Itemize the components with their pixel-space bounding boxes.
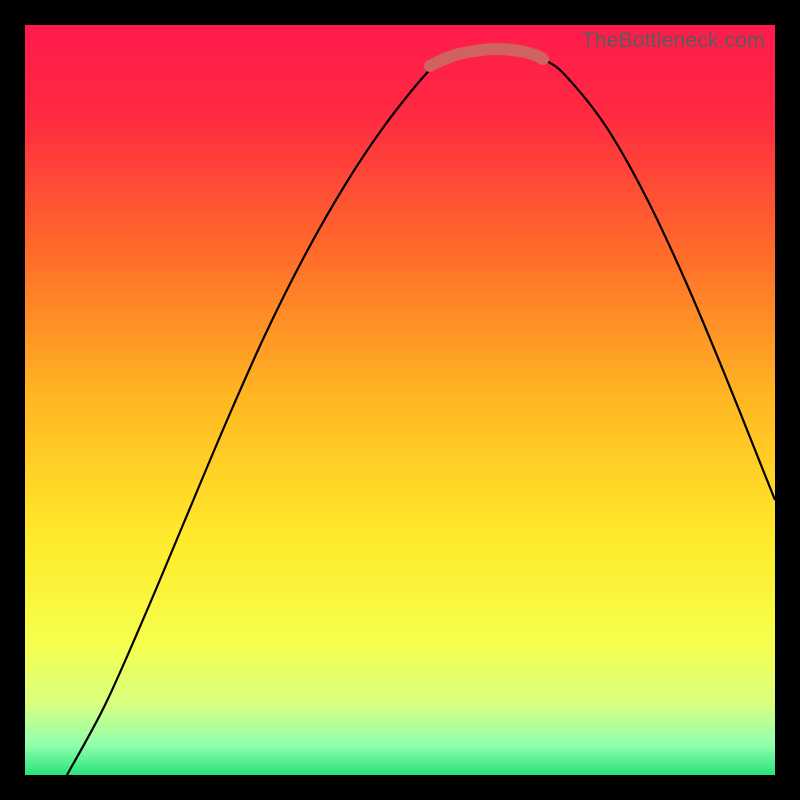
chart-frame: TheBottleneck.com: [0, 0, 800, 800]
chart-plot-area: TheBottleneck.com: [25, 25, 775, 775]
chart-canvas: [25, 25, 775, 775]
watermark-text: TheBottleneck.com: [582, 29, 765, 53]
chart-background: [25, 25, 775, 775]
